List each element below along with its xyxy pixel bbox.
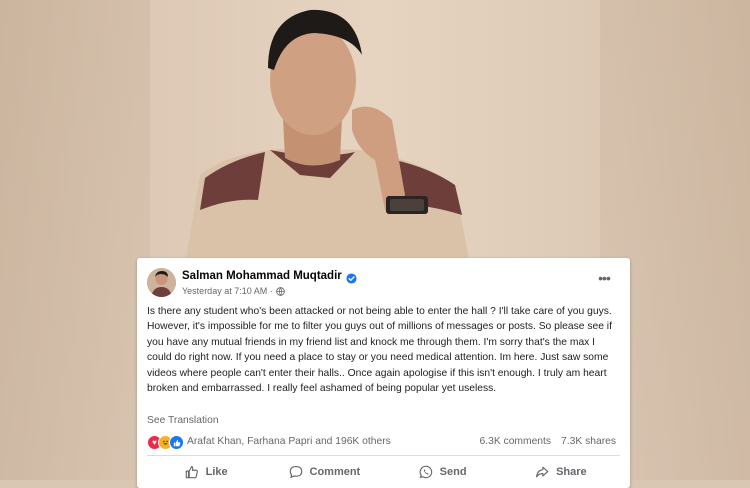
reaction-icons[interactable]: ♥: [147, 435, 184, 450]
post-timestamp[interactable]: Yesterday at 7:10 AM: [182, 286, 267, 296]
post-header: Salman Mohammad Muqtadir Yesterday at 7:…: [147, 267, 620, 301]
post-text: Is there any student who's been attacked…: [147, 306, 612, 395]
like-button[interactable]: Like: [147, 460, 265, 484]
thumbs-up-icon: [185, 466, 198, 479]
comment-label: Comment: [309, 466, 361, 478]
like-reaction-icon: [169, 435, 184, 450]
reactions-row: ♥ Arafat Khan, Farhana Papri and 196K ot…: [147, 435, 620, 451]
globe-icon[interactable]: [275, 286, 285, 296]
share-button[interactable]: Share: [502, 460, 620, 484]
reactors-summary[interactable]: Arafat Khan, Farhana Papri and 196K othe…: [187, 436, 391, 447]
see-translation-link[interactable]: See Translation: [147, 415, 219, 426]
engagement-counts: 6.3K comments 7.3K shares: [480, 436, 617, 447]
send-label: Send: [439, 466, 467, 478]
action-divider: [147, 455, 620, 456]
more-options-icon[interactable]: •••: [594, 271, 614, 287]
facebook-post-card: Salman Mohammad Muqtadir Yesterday at 7:…: [137, 258, 630, 488]
whatsapp-icon: [419, 465, 432, 479]
action-bar: Like Comment Send Share: [147, 460, 620, 484]
verified-badge-icon: [346, 271, 357, 284]
like-label: Like: [205, 466, 228, 478]
comment-bubble-icon: [289, 466, 302, 479]
post-meta: Yesterday at 7:10 AM ·: [182, 286, 285, 296]
author-avatar[interactable]: [147, 268, 176, 297]
meta-separator: ·: [267, 286, 273, 296]
author-row: Salman Mohammad Muqtadir: [182, 270, 357, 284]
share-label: Share: [556, 466, 587, 478]
send-button[interactable]: Send: [384, 460, 502, 484]
share-arrow-icon: [536, 466, 549, 478]
comments-count[interactable]: 6.3K comments: [480, 436, 552, 447]
avatar-image: [147, 268, 176, 297]
author-name[interactable]: Salman Mohammad Muqtadir: [182, 270, 342, 282]
shares-count[interactable]: 7.3K shares: [561, 436, 616, 447]
comment-button[interactable]: Comment: [265, 460, 383, 484]
